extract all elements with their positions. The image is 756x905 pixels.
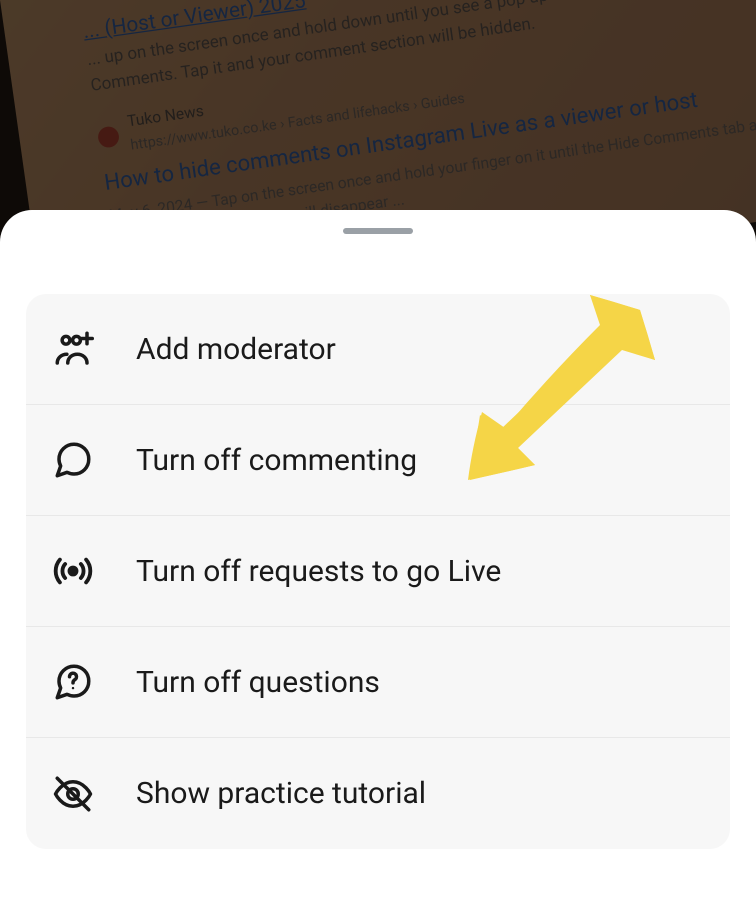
menu-list: Add moderator Turn off commenting Tu [26, 294, 730, 849]
add-moderator-item[interactable]: Add moderator [26, 294, 730, 405]
turn-off-commenting-item[interactable]: Turn off commenting [26, 405, 730, 516]
eye-off-icon [50, 771, 96, 817]
add-moderator-icon [50, 326, 96, 372]
comment-icon [50, 437, 96, 483]
live-broadcast-icon [50, 548, 96, 594]
bottom-sheet: Add moderator Turn off commenting Tu [0, 210, 756, 905]
menu-label: Add moderator [136, 332, 336, 367]
question-icon [50, 659, 96, 705]
turn-off-questions-item[interactable]: Turn off questions [26, 627, 730, 738]
menu-label: Turn off requests to go Live [136, 554, 501, 589]
menu-label: Show practice tutorial [136, 776, 426, 811]
menu-label: Turn off questions [136, 665, 380, 700]
menu-label: Turn off commenting [136, 443, 417, 478]
turn-off-requests-item[interactable]: Turn off requests to go Live [26, 516, 730, 627]
sheet-drag-handle[interactable] [343, 228, 413, 234]
show-practice-tutorial-item[interactable]: Show practice tutorial [26, 738, 730, 849]
